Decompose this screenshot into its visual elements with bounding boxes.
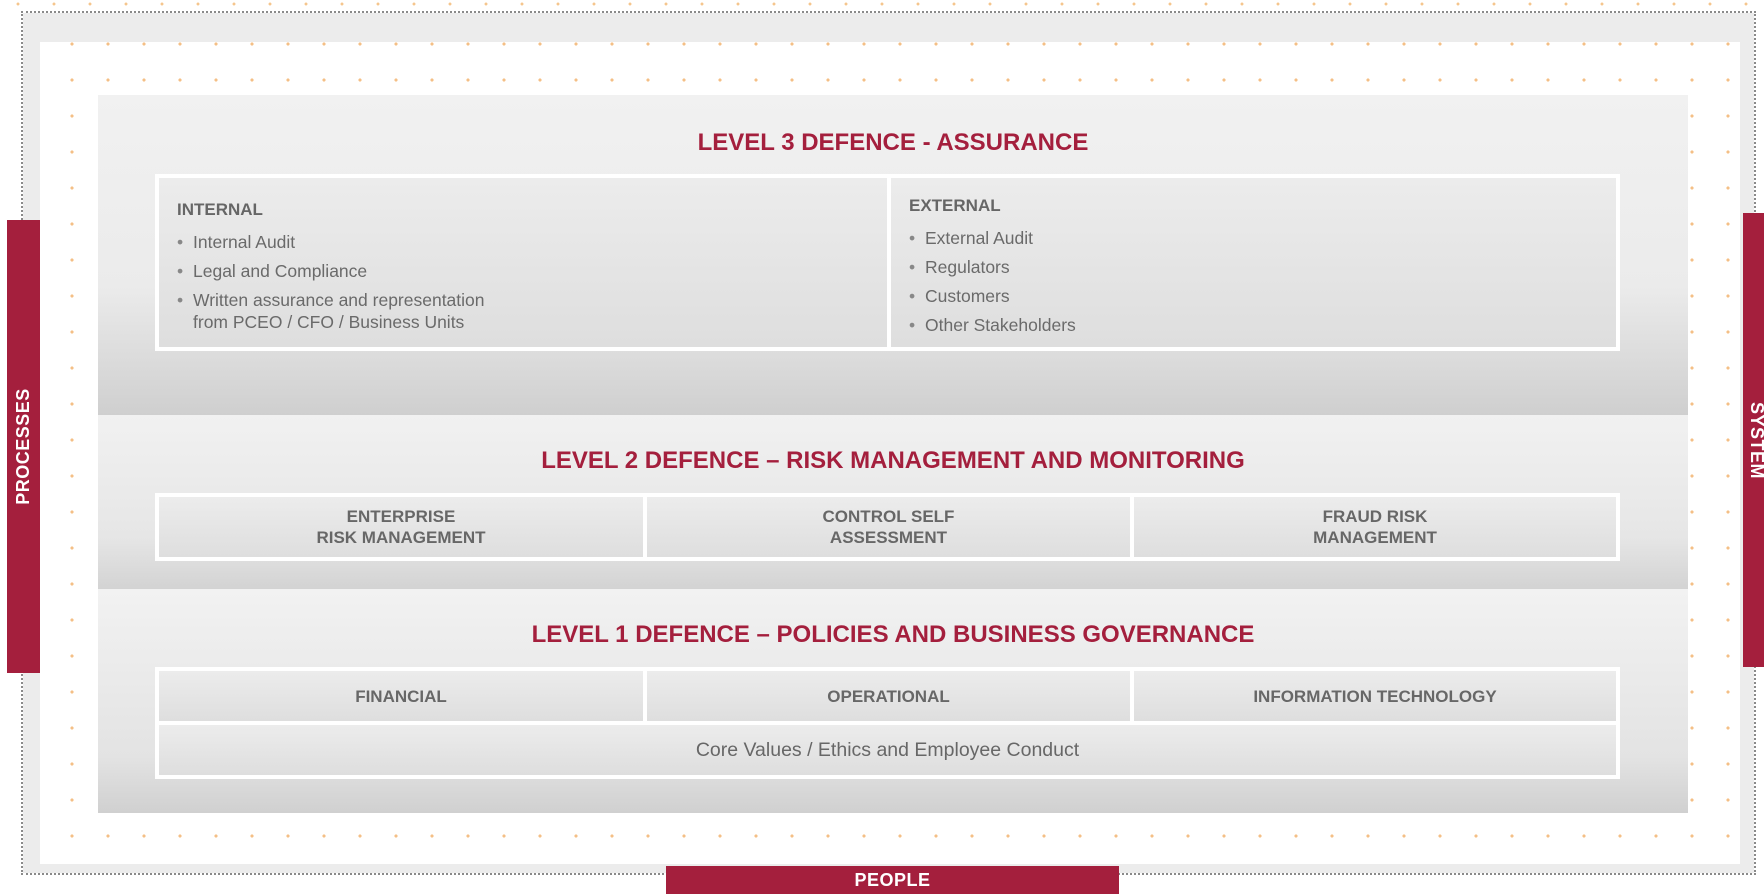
external-list: External Audit Regulators Customers Othe… bbox=[909, 224, 1598, 340]
dotted-top-edge bbox=[0, 0, 1764, 8]
internal-heading: INTERNAL bbox=[177, 200, 263, 219]
system-tab: SYSTEM bbox=[1743, 213, 1764, 667]
list-item: Regulators bbox=[909, 253, 1598, 282]
enterprise-risk-cell: ENTERPRISE RISK MANAGEMENT bbox=[155, 493, 647, 561]
fraud-risk-cell: FRAUD RISK MANAGEMENT bbox=[1130, 493, 1620, 561]
list-item: External Audit bbox=[909, 224, 1598, 253]
cell-label: ENTERPRISE RISK MANAGEMENT bbox=[316, 507, 486, 547]
information-technology-cell: INFORMATION TECHNOLOGY bbox=[1130, 667, 1620, 725]
level-2-panel: LEVEL 2 DEFENCE – RISK MANAGEMENT AND MO… bbox=[98, 415, 1688, 589]
people-tab: PEOPLE bbox=[666, 866, 1119, 894]
operational-cell: OPERATIONAL bbox=[643, 667, 1134, 725]
level-3-panel: LEVEL 3 DEFENCE - ASSURANCE INTERNAL Int… bbox=[98, 95, 1688, 415]
system-label: SYSTEM bbox=[1746, 401, 1764, 479]
external-box: EXTERNAL External Audit Regulators Custo… bbox=[887, 174, 1620, 351]
processes-label: PROCESSES bbox=[13, 388, 34, 505]
control-self-assessment-cell: CONTROL SELF ASSESSMENT bbox=[643, 493, 1134, 561]
core-values-cell: Core Values / Ethics and Employee Conduc… bbox=[155, 721, 1620, 779]
list-item: Customers bbox=[909, 282, 1598, 311]
processes-tab: PROCESSES bbox=[7, 220, 40, 673]
list-item: Legal and Compliance bbox=[177, 257, 869, 286]
internal-list: Internal Audit Legal and Compliance Writ… bbox=[177, 228, 869, 333]
core-values-label: Core Values / Ethics and Employee Conduc… bbox=[695, 738, 1080, 761]
people-label: PEOPLE bbox=[854, 869, 931, 890]
level-1-title: LEVEL 1 DEFENCE – POLICIES AND BUSINESS … bbox=[531, 621, 1255, 648]
cell-label: FRAUD RISK MANAGEMENT bbox=[1313, 507, 1437, 547]
level-2-title: LEVEL 2 DEFENCE – RISK MANAGEMENT AND MO… bbox=[541, 447, 1245, 474]
cell-label: CONTROL SELF ASSESSMENT bbox=[822, 507, 955, 547]
list-item: Written assurance and representation fro… bbox=[177, 286, 869, 333]
financial-cell: FINANCIAL bbox=[155, 667, 647, 725]
level-1-panel: LEVEL 1 DEFENCE – POLICIES AND BUSINESS … bbox=[98, 589, 1688, 813]
cell-label: OPERATIONAL bbox=[827, 686, 950, 706]
list-item: Internal Audit bbox=[177, 228, 869, 257]
cell-label: INFORMATION TECHNOLOGY bbox=[1253, 686, 1497, 706]
list-item: Other Stakeholders bbox=[909, 311, 1598, 340]
level-3-title: LEVEL 3 DEFENCE - ASSURANCE bbox=[697, 129, 1089, 156]
external-heading: EXTERNAL bbox=[909, 196, 1001, 215]
internal-box: INTERNAL Internal Audit Legal and Compli… bbox=[155, 174, 891, 351]
cell-label: FINANCIAL bbox=[355, 686, 447, 706]
